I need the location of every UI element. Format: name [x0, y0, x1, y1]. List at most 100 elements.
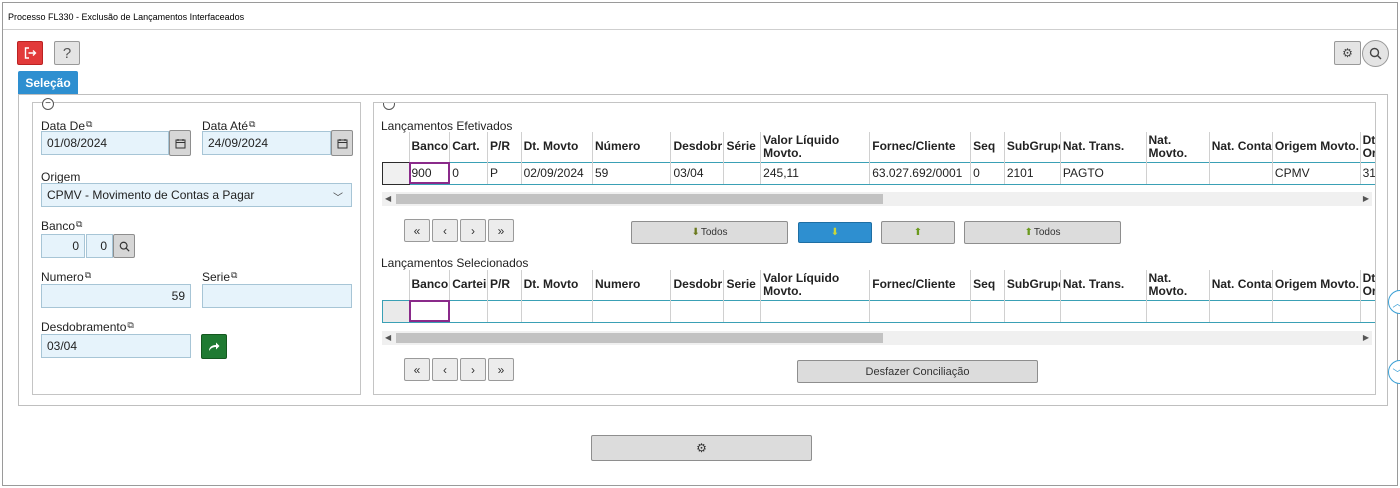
undo-reconciliation-button[interactable]: Desfazer Conciliação: [797, 360, 1038, 383]
data-ate-calendar-button[interactable]: [331, 130, 353, 156]
table-cell[interactable]: 0: [970, 161, 1005, 185]
column-header[interactable]: Valor Líquido Movto.: [760, 132, 870, 162]
column-header[interactable]: Nat. Conta: [1208, 132, 1273, 162]
column-header[interactable]: Série: [723, 132, 761, 162]
first-page-button[interactable]: «: [404, 358, 430, 381]
first-page-button[interactable]: «: [404, 219, 430, 242]
column-header[interactable]: SubGrupo: [1003, 270, 1061, 300]
column-header[interactable]: Numero: [591, 270, 671, 300]
column-header[interactable]: Nat. Movto.: [1145, 270, 1210, 300]
table-cell[interactable]: CPMV: [1271, 161, 1361, 185]
column-header[interactable]: Origem Movto.: [1271, 132, 1361, 162]
table-cell[interactable]: [1003, 299, 1061, 323]
scroll-thumb[interactable]: [396, 194, 883, 204]
move-up-button[interactable]: ⬆: [881, 221, 955, 244]
search-button[interactable]: [1362, 40, 1389, 67]
table-cell[interactable]: 245,11: [760, 161, 870, 185]
table-cell[interactable]: [723, 161, 761, 185]
next-page-button[interactable]: ›: [460, 219, 486, 242]
scroll-up-side-icon[interactable]: ︿: [1388, 290, 1400, 314]
table-cell[interactable]: [1359, 299, 1375, 323]
scroll-left-icon[interactable]: ◀: [385, 331, 391, 345]
column-header[interactable]: Cart.: [449, 132, 488, 162]
column-header[interactable]: Fornec/Cliente: [869, 270, 971, 300]
column-header[interactable]: SubGrupo: [1003, 132, 1061, 162]
column-header[interactable]: Nat. Conta: [1208, 270, 1273, 300]
column-header[interactable]: Seq: [970, 132, 1005, 162]
table-cell[interactable]: 59: [591, 161, 671, 185]
column-header[interactable]: Nat. Trans.: [1059, 132, 1146, 162]
collapse-grids-icon[interactable]: −: [383, 103, 395, 110]
table-cell[interactable]: [1208, 299, 1273, 323]
numero-field[interactable]: 59: [41, 284, 191, 308]
table-cell[interactable]: [1145, 161, 1210, 185]
table-cell[interactable]: [1208, 161, 1273, 185]
exit-button[interactable]: [17, 41, 43, 65]
data-de-calendar-button[interactable]: [169, 130, 191, 156]
tab-selecao[interactable]: Seleção: [18, 71, 78, 94]
column-header[interactable]: Origem Movto.: [1271, 270, 1361, 300]
data-de-field[interactable]: 01/08/2024: [41, 131, 169, 155]
selecionados-hscrollbar[interactable]: ◀ ▶: [382, 331, 1372, 345]
row-selector[interactable]: [382, 299, 409, 323]
table-row[interactable]: [382, 299, 1375, 323]
table-cell[interactable]: [1059, 299, 1146, 323]
table-cell[interactable]: 900: [408, 161, 450, 185]
next-page-button[interactable]: ›: [460, 358, 486, 381]
column-header[interactable]: Nat. Movto.: [1145, 132, 1210, 162]
table-cell[interactable]: [1145, 299, 1210, 323]
column-header[interactable]: Valor Líquido Movto.: [760, 270, 870, 300]
origem-select[interactable]: CPMV - Movimento de Contas a Pagar ﹀: [41, 183, 352, 207]
move-all-down-button[interactable]: ⬇ Todos: [631, 221, 788, 244]
scroll-right-icon[interactable]: ▶: [1363, 331, 1369, 345]
table-cell[interactable]: PAGTO: [1059, 161, 1146, 185]
table-cell[interactable]: [520, 299, 593, 323]
table-cell[interactable]: [723, 299, 761, 323]
column-header[interactable]: P/R: [486, 270, 522, 300]
table-cell[interactable]: [486, 299, 522, 323]
desdobramento-field[interactable]: 03/04: [41, 334, 191, 358]
table-cell[interactable]: 0: [449, 161, 488, 185]
scroll-down-side-icon[interactable]: ﹀: [1388, 360, 1400, 384]
go-button[interactable]: [201, 334, 227, 359]
move-down-button[interactable]: ⬇: [798, 222, 872, 243]
column-header[interactable]: Carteira: [449, 270, 488, 300]
table-cell[interactable]: [591, 299, 671, 323]
column-header[interactable]: Dt. M Orig.: [1359, 132, 1375, 162]
column-header[interactable]: Fornec/Cliente: [869, 132, 971, 162]
table-cell[interactable]: 03/04: [670, 161, 724, 185]
prev-page-button[interactable]: ‹: [432, 358, 458, 381]
column-header[interactable]: Número: [591, 132, 671, 162]
last-page-button[interactable]: »: [488, 358, 514, 381]
column-header[interactable]: Desdobr: [670, 132, 724, 162]
table-cell[interactable]: 31/08,: [1359, 161, 1375, 185]
table-cell[interactable]: [670, 299, 724, 323]
data-ate-field[interactable]: 24/09/2024: [202, 131, 331, 155]
execute-button[interactable]: ⚙: [591, 435, 812, 461]
table-cell[interactable]: [970, 299, 1005, 323]
column-header[interactable]: Banco: [408, 270, 450, 300]
table-cell[interactable]: 2101: [1003, 161, 1061, 185]
move-all-up-button[interactable]: ⬆ Todos: [964, 221, 1121, 244]
table-row[interactable]: 900 0 P 02/09/2024 59 03/04 245,11 63.02…: [382, 161, 1375, 185]
settings-button[interactable]: ⚙: [1334, 41, 1361, 65]
table-cell[interactable]: P: [486, 161, 522, 185]
prev-page-button[interactable]: ‹: [432, 219, 458, 242]
last-page-button[interactable]: »: [488, 219, 514, 242]
column-header[interactable]: Desdobr: [670, 270, 724, 300]
table-cell[interactable]: [760, 299, 870, 323]
serie-field[interactable]: [202, 284, 352, 308]
column-header[interactable]: Dt. M Orig.: [1359, 270, 1375, 300]
table-cell[interactable]: [408, 299, 450, 323]
table-cell[interactable]: 02/09/2024: [520, 161, 593, 185]
column-header[interactable]: Serie: [723, 270, 761, 300]
column-header[interactable]: Dt. Movto: [520, 132, 593, 162]
banco-field-1[interactable]: 0: [41, 234, 85, 258]
column-header[interactable]: Dt. Movto: [520, 270, 593, 300]
table-cell[interactable]: [869, 299, 971, 323]
table-cell[interactable]: 63.027.692/0001: [869, 161, 971, 185]
scroll-thumb[interactable]: [396, 333, 883, 343]
scroll-right-icon[interactable]: ▶: [1363, 192, 1369, 206]
efetivados-hscrollbar[interactable]: ◀ ▶: [382, 192, 1372, 206]
column-header[interactable]: Seq: [970, 270, 1005, 300]
